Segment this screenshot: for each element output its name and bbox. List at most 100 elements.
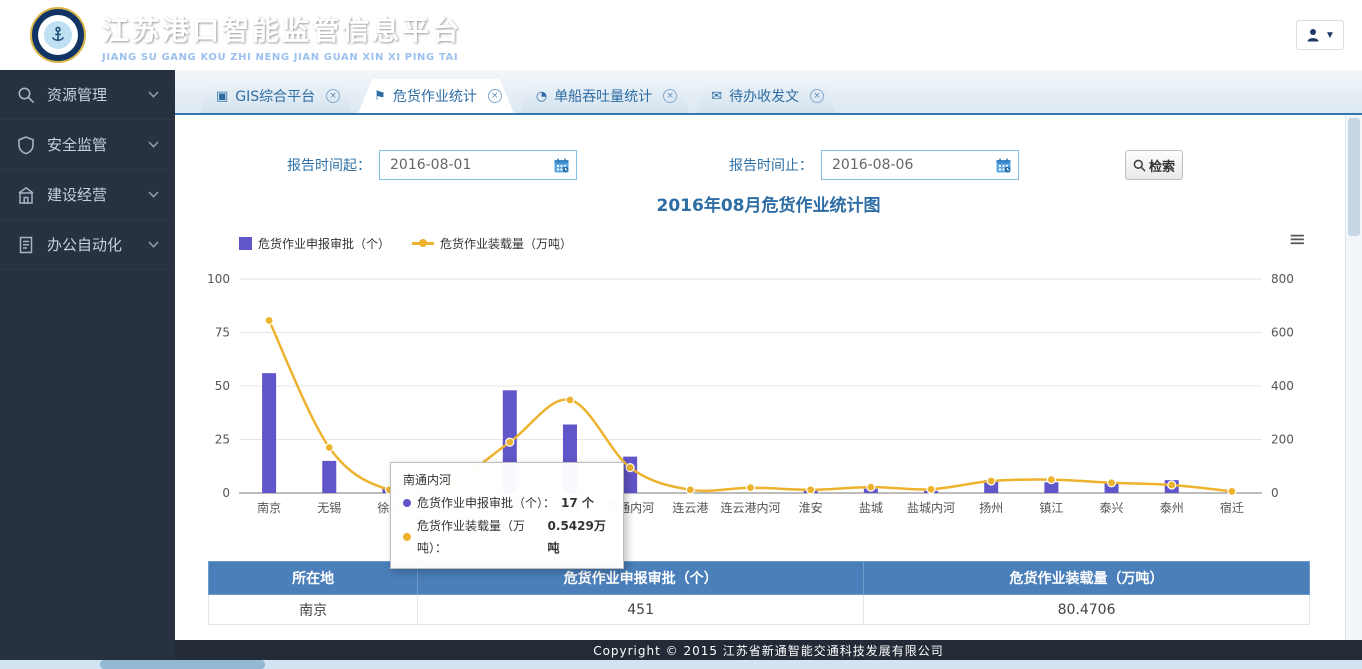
app: { "header": { "title": "江苏港口智能监管信息平台", "…: [0, 0, 1362, 669]
svg-text:600: 600: [1271, 326, 1294, 340]
user-menu-button[interactable]: ▼: [1296, 20, 1344, 50]
chevron-down-icon: [148, 241, 159, 248]
sidebar-item-office-automation[interactable]: 办公自动化: [0, 220, 175, 270]
combo-chart-canvas[interactable]: 02550751000200400600800南京无锡徐州常州苏州南通南通内河连…: [187, 265, 1307, 517]
sidebar-item-label: 建设经营: [47, 184, 107, 205]
horizontal-scrollbar[interactable]: [0, 660, 1362, 669]
svg-text:0: 0: [222, 486, 230, 500]
svg-text:泰州: 泰州: [1160, 501, 1184, 515]
calendar-icon[interactable]: [988, 151, 1018, 179]
copyright-text: Copyright © 2015 江苏省新通智能交通科技发展有限公司: [593, 642, 944, 659]
close-icon[interactable]: ×: [326, 89, 340, 103]
chevron-down-icon: [148, 191, 159, 198]
bar-series-dot-icon: [403, 499, 411, 507]
tab-gis-platform[interactable]: ▣ GIS综合平台 ×: [200, 79, 352, 113]
col-load: 危货作业装载量（万吨）: [864, 562, 1310, 595]
table-row: 南京 451 80.4706: [209, 595, 1310, 625]
svg-text:400: 400: [1271, 379, 1294, 393]
sidebar-item-safety[interactable]: 安全监管: [0, 120, 175, 170]
close-icon[interactable]: ×: [663, 89, 677, 103]
main-content: 报告时间起： 2016-08-01 报告时间止： 2016-08-06: [175, 115, 1362, 640]
shield-icon: [16, 135, 36, 155]
sidebar-item-label: 资源管理: [47, 84, 107, 105]
tooltip-label: 危货作业申报审批（个）：: [417, 492, 555, 515]
svg-text:镇江: 镇江: [1039, 501, 1063, 515]
end-date-input[interactable]: 2016-08-06: [821, 150, 1019, 180]
chart-menu-icon[interactable]: ≡: [1288, 229, 1306, 249]
search-button-label: 检索: [1149, 156, 1175, 175]
search-icon: [1133, 159, 1146, 172]
start-date-value: 2016-08-01: [380, 157, 546, 173]
chart-title: 2016年08月危货作业统计图: [175, 195, 1362, 217]
chart-area: 危货作业申报审批（个） 危货作业装载量（万吨） ≡ 02550751000200…: [175, 233, 1362, 517]
svg-text:盐城: 盐城: [859, 501, 883, 515]
chart-tooltip: 南通内河 危货作业申报审批（个）： 17 个 危货作业装载量（万吨）：0.5429…: [390, 462, 624, 569]
table-header-row: 所在地 危货作业申报审批（个） 危货作业装载量（万吨）: [209, 562, 1310, 595]
tooltip-title: 南通内河: [403, 469, 611, 492]
legend-label: 危货作业申报审批（个）: [258, 235, 390, 252]
bar-swatch-icon: [239, 237, 252, 250]
tab-dangerous-cargo-stats[interactable]: ⚑ 危货作业统计 ×: [358, 79, 514, 113]
vertical-scrollbar[interactable]: [1345, 115, 1362, 640]
col-location: 所在地: [209, 562, 418, 595]
tab-label: 单船吞吐量统计: [554, 86, 652, 106]
tab-label: GIS综合平台: [235, 86, 315, 106]
search-button[interactable]: 检索: [1125, 150, 1183, 180]
legend-label: 危货作业装载量（万吨）: [440, 235, 572, 252]
horizontal-scrollbar-thumb[interactable]: [100, 660, 265, 669]
sidebar-item-resources[interactable]: 资源管理: [0, 70, 175, 120]
legend-item-line[interactable]: 危货作业装载量（万吨）: [412, 235, 572, 252]
app-header: 江苏港口智能监管信息平台 JIANG SU GANG KOU ZHI NENG …: [0, 0, 1362, 70]
chevron-down-icon: [148, 141, 159, 148]
svg-text:扬州: 扬州: [979, 500, 1003, 515]
start-date-label: 报告时间起：: [287, 155, 371, 175]
magnifier-icon: [16, 85, 36, 105]
tab-label: 待办收发文: [729, 86, 799, 106]
footer: Copyright © 2015 江苏省新通智能交通科技发展有限公司: [175, 640, 1362, 660]
port-logo-icon: [30, 7, 86, 63]
tab-pending-documents[interactable]: ✉ 待办收发文 ×: [695, 79, 836, 113]
cell-location: 南京: [209, 595, 418, 625]
svg-text:宿迁: 宿迁: [1220, 500, 1244, 515]
close-icon[interactable]: ×: [488, 89, 502, 103]
svg-text:南京: 南京: [257, 500, 281, 515]
svg-text:盐城内河: 盐城内河: [907, 501, 955, 515]
tab-ship-throughput-stats[interactable]: ◔ 单船吞吐量统计 ×: [520, 79, 689, 113]
svg-text:75: 75: [215, 326, 230, 340]
user-icon: [1305, 27, 1321, 43]
tooltip-value: 0.5429万吨: [548, 515, 611, 561]
flag-icon: ⚑: [374, 89, 386, 104]
sidebar-item-label: 安全监管: [47, 134, 107, 155]
calendar-icon[interactable]: [546, 151, 576, 179]
svg-text:无锡: 无锡: [317, 500, 341, 515]
svg-text:0: 0: [1271, 486, 1279, 500]
svg-text:50: 50: [215, 379, 230, 393]
stats-table: 所在地 危货作业申报审批（个） 危货作业装载量（万吨） 南京 451 80.47…: [208, 561, 1310, 625]
cell-load: 80.4706: [864, 595, 1310, 625]
tab-bar: ▣ GIS综合平台 × ⚑ 危货作业统计 × ◔ 单船吞吐量统计 × ✉ 待办收…: [175, 70, 1362, 115]
building-icon: [16, 185, 36, 205]
legend-item-bar[interactable]: 危货作业申报审批（个）: [239, 235, 390, 252]
anchor-icon: [49, 26, 67, 44]
document-icon: [16, 235, 36, 255]
app-subtitle: JIANG SU GANG KOU ZHI NENG JIAN GUAN XIN…: [102, 52, 462, 63]
line-swatch-icon: [412, 242, 434, 245]
filter-row: 报告时间起： 2016-08-01 报告时间止： 2016-08-06: [175, 149, 1362, 181]
svg-text:连云港: 连云港: [672, 500, 708, 515]
tooltip-row: 危货作业装载量（万吨）：0.5429万吨: [403, 515, 611, 561]
sidebar-item-label: 办公自动化: [47, 234, 122, 255]
svg-text:25: 25: [215, 433, 230, 447]
caret-down-icon: ▼: [1325, 30, 1335, 41]
start-date-input[interactable]: 2016-08-01: [379, 150, 577, 180]
tooltip-label: 危货作业装载量（万吨）：: [417, 515, 542, 561]
vertical-scrollbar-thumb[interactable]: [1348, 118, 1360, 236]
gis-icon: ▣: [216, 89, 228, 104]
mail-icon: ✉: [711, 89, 722, 104]
tooltip-value: 17 个: [561, 492, 594, 515]
svg-text:200: 200: [1271, 433, 1294, 447]
close-icon[interactable]: ×: [810, 89, 824, 103]
welcome-text: 朱培德，欢迎您！: [1170, 25, 1282, 45]
svg-text:100: 100: [207, 272, 230, 286]
sidebar: 资源管理 安全监管 建设经营 办公自动化: [0, 70, 175, 660]
sidebar-item-construction[interactable]: 建设经营: [0, 170, 175, 220]
